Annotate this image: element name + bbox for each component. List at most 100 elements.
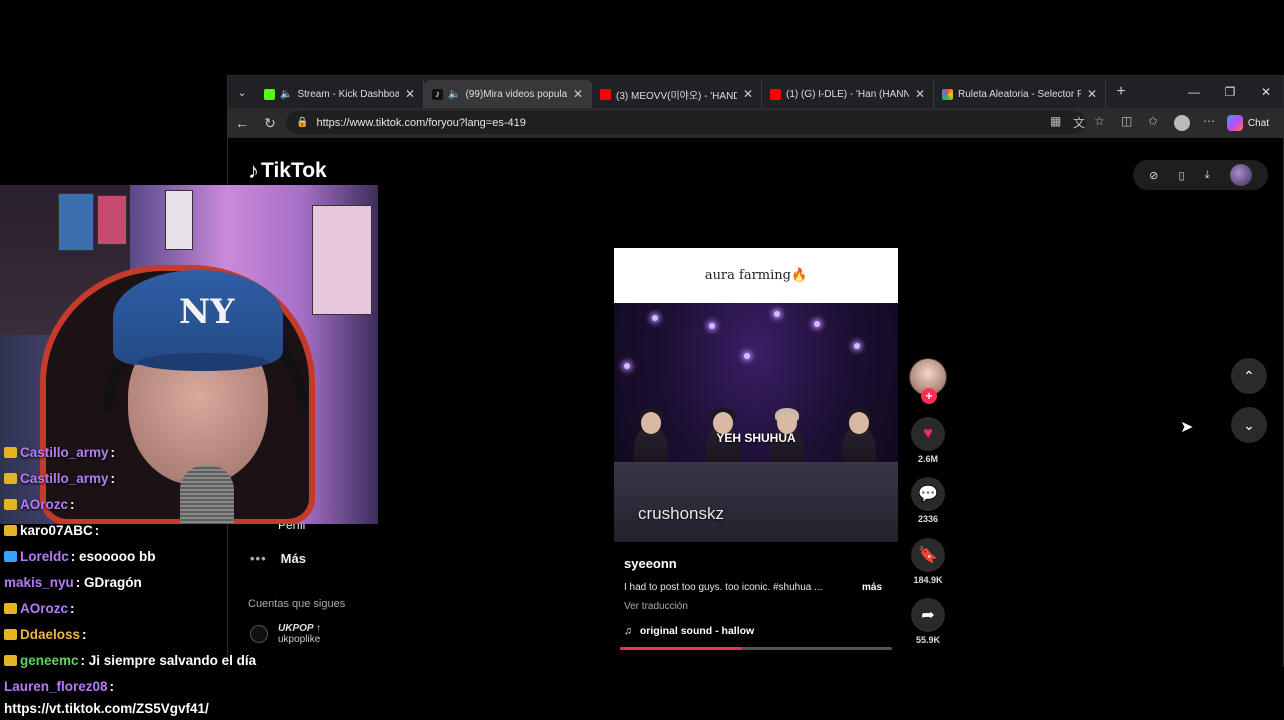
tab-tiktok[interactable]: ♪ 🔈 (99)Mira videos populares ✕ [424, 80, 592, 108]
tiktok-note-icon: ♪ [248, 158, 259, 183]
tab-youtube-idle[interactable]: (1) (G) I-DLE) - 'Han (HANN (Al ✕ [762, 80, 934, 108]
tab-title: (99)Mira videos populares [465, 88, 567, 100]
chat-username[interactable]: Lauren_florez08 [4, 679, 108, 694]
restore-icon[interactable]: ❐ [1212, 76, 1248, 108]
chat-message-text: https://vt.tiktok.com/ZS5Vgvf41/ [4, 700, 209, 716]
new-tab-icon[interactable]: + [1106, 83, 1136, 101]
tab-youtube-meovv[interactable]: (3) MEOVV(미야오) - 'HANDS U ✕ [592, 80, 762, 108]
chat-username[interactable]: makis_nyu [4, 575, 74, 590]
chat-message: Ddaeloss: [4, 624, 87, 644]
chat-username[interactable]: karo07ABC [20, 523, 93, 538]
app-available-icon[interactable]: ▦ [1050, 114, 1061, 128]
address-bar[interactable]: 🔒 https://www.tiktok.com/foryou?lang=es-… [286, 111, 1086, 134]
video-top-text: aura farming🔥 [614, 248, 898, 303]
more-menu-icon[interactable]: ⋯ [1203, 114, 1215, 128]
chat-message: Castillo_army: [4, 442, 115, 462]
chat-username[interactable]: AOrozc [20, 601, 68, 616]
chat-badge-icon [4, 628, 17, 640]
tab-title: (1) (G) I-DLE) - 'Han (HANN (Al [786, 88, 909, 100]
chat-message-text: : [70, 600, 75, 616]
minimize-icon[interactable]: — [1176, 76, 1212, 108]
download-icon[interactable]: ⤓ [1205, 169, 1210, 182]
kick-favicon-icon [264, 88, 275, 100]
video-caption-overlay: YEH SHUHUA [716, 431, 796, 445]
reload-icon[interactable]: ↻ [256, 109, 284, 137]
youtube-favicon-icon [600, 88, 611, 100]
tab-kick-dashboard[interactable]: 🔈 Stream - Kick Dashboard ✕ [256, 80, 424, 108]
video-watermark: crushonskz [638, 504, 724, 523]
video-seats [614, 462, 898, 542]
chat-username[interactable]: Castillo_army [20, 445, 109, 460]
copilot-icon [1226, 115, 1243, 131]
close-tab-icon[interactable]: ✕ [573, 87, 583, 101]
tab-ruleta[interactable]: Ruleta Aleatoria - Selector Pers ✕ [934, 80, 1106, 108]
address-toolbar: ← ↻ 🔒 https://www.tiktok.com/foryou?lang… [228, 108, 1283, 138]
chat-badge-icon [4, 472, 17, 484]
profile-avatar-icon[interactable] [1174, 115, 1190, 131]
copilot-chat-button[interactable]: Chat [1221, 112, 1275, 134]
chat-badge-icon [4, 654, 17, 666]
video-player[interactable]: aura farming🔥 YEH SHUHUA crushonskz [614, 248, 898, 542]
tiktok-favicon-icon: ♪ [432, 88, 443, 100]
follow-plus-icon[interactable]: + [921, 388, 937, 404]
chat-username[interactable]: Castillo_army [20, 471, 109, 486]
comment-action[interactable]: 💬 2336 [911, 477, 945, 524]
tab-list-dropdown-icon[interactable]: ⌄ [228, 76, 256, 108]
share-icon: ➦ [911, 598, 945, 632]
compass-icon[interactable]: ⊘ [1149, 169, 1158, 182]
translate-icon[interactable]: 文 [1073, 114, 1085, 131]
video-author[interactable]: syeeonn [624, 556, 677, 571]
close-tab-icon[interactable]: ✕ [743, 87, 753, 101]
chat-message-text: : [110, 470, 116, 486]
chat-username[interactable]: Loreldc [20, 549, 69, 564]
top-right-controls: ⊘ ▯ ⤓ [1133, 160, 1268, 190]
chat-message: geneemc: Ji siempre salvando el día [4, 650, 256, 670]
chat-badge-icon [4, 550, 17, 562]
share-action[interactable]: ➦ 55.9K [911, 598, 945, 645]
like-action[interactable]: ♥ 2.6M [911, 417, 945, 464]
tab-title: (3) MEOVV(미야오) - 'HANDS U [616, 90, 737, 102]
cap-brim [138, 353, 268, 371]
video-sound[interactable]: ♫ original sound - hallow [624, 625, 754, 637]
favorite-star-icon[interactable]: ☆ [1094, 114, 1105, 128]
chat-message-text: : esooooo bb [70, 548, 156, 564]
close-tab-icon[interactable]: ✕ [405, 87, 415, 101]
close-tab-icon[interactable]: ✕ [1087, 87, 1097, 101]
mouse-cursor-icon: ➤ [1180, 419, 1194, 436]
chat-message: AOrozc: [4, 494, 75, 514]
next-video-chevron-down-icon[interactable]: ⌄ [1231, 407, 1267, 443]
tab-title: Stream - Kick Dashboard [297, 88, 399, 100]
description-more-link[interactable]: más [862, 582, 882, 593]
video-progress-bar[interactable] [620, 647, 892, 650]
chat-badge-icon [4, 446, 17, 458]
comment-count: 2336 [917, 514, 939, 524]
favorites-icon[interactable]: ✩ [1148, 114, 1158, 128]
video-frame: YEH SHUHUA crushonskz [614, 303, 898, 542]
chat-message-text: : Ji siempre salvando el día [80, 652, 257, 668]
chat-message-text: : [94, 522, 100, 538]
back-icon[interactable]: ← [228, 109, 256, 137]
close-tab-icon[interactable]: ✕ [915, 87, 925, 101]
chat-username[interactable]: Ddaeloss [20, 627, 80, 642]
close-window-icon[interactable]: ✕ [1248, 76, 1284, 108]
chat-message: Lauren_florez08: [4, 676, 114, 696]
ruleta-favicon-icon [942, 88, 953, 100]
see-translation-link[interactable]: Ver traducción [624, 601, 688, 612]
video-progress-fill [620, 647, 743, 650]
previous-video-chevron-up-icon[interactable]: ⌃ [1231, 358, 1267, 394]
user-avatar[interactable] [1229, 164, 1252, 186]
split-screen-icon[interactable]: ◫ [1121, 114, 1132, 128]
comment-icon: 💬 [911, 477, 945, 511]
save-action[interactable]: 🔖 184.9K [911, 538, 945, 585]
tiktok-logo[interactable]: ♪ TikTok [248, 158, 327, 184]
chat-username[interactable]: AOrozc [20, 497, 68, 512]
video-description: I had to post too guys. too iconic. #shu… [624, 582, 823, 593]
chat-message-text: : [70, 496, 75, 512]
chat-badge-icon [4, 498, 17, 510]
phone-icon[interactable]: ▯ [1179, 169, 1185, 182]
site-info-icon[interactable]: 🔒 [296, 117, 308, 128]
chat-message-text: : [109, 678, 115, 694]
speaker-icon: 🔈 [280, 88, 293, 100]
chat-username[interactable]: geneemc [20, 653, 79, 668]
url-text: https://www.tiktok.com/foryou?lang=es-41… [316, 116, 526, 129]
